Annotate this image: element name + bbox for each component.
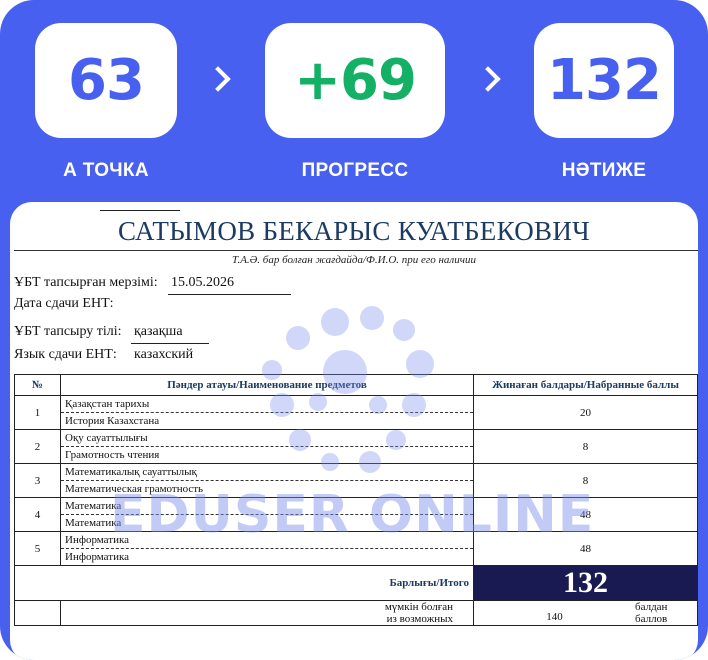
max-label-kz: мүмкін болған (384, 601, 453, 613)
divider (168, 294, 291, 295)
max-unit-kz: балдан (635, 601, 668, 613)
chevron-right-icon (475, 66, 501, 92)
start-score-label: А ТОЧКА (63, 160, 149, 181)
header-no: № (14, 374, 61, 396)
score-cell: 8 (473, 463, 698, 498)
table-row: 5 Информатика Информатика 48 (14, 531, 698, 566)
max-unit: балдан баллов (635, 601, 697, 625)
subject-kz: Математикалық сауаттылық (65, 466, 197, 478)
row-number: 2 (14, 429, 61, 464)
total-row: Барлығы/Итого 132 (14, 565, 698, 601)
student-name: САТЫМОВ БЕКАРЫС КУАТБЕКОВИЧ (118, 216, 590, 246)
row-number: 5 (14, 531, 61, 566)
total-value: 132 (473, 565, 698, 601)
max-score-row: мүмкін болған из возможных 140 балдан ба… (14, 600, 698, 626)
divider (14, 250, 698, 251)
result-banner: 63 +69 132 А ТОЧКА ПРОГРЕСС НӘТИЖЕ САТЫМ… (0, 0, 708, 660)
subject-cell: Қазақстан тарихы История Казахстана (60, 395, 474, 430)
start-score-card: 63 (35, 23, 177, 138)
date-value: 15.05.2026 (171, 275, 234, 290)
lang-label-kz: ҰБТ тапсыру тілі: (14, 324, 122, 339)
fio-caption: Т.А.Ә. бар болған жағдайда/Ф.И.О. при ег… (232, 254, 476, 266)
row-number: 1 (14, 395, 61, 430)
subject-cell: Информатика Информатика (60, 531, 474, 566)
max-value: 140 (546, 611, 563, 623)
result-score-value: 132 (547, 48, 662, 113)
max-label: мүмкін болған из возможных (60, 600, 474, 626)
subject-kz: Математика (65, 500, 122, 512)
score-cell: 8 (473, 429, 698, 464)
subject-ru: Информатика (61, 548, 473, 565)
lang-value-kz: қазақша (134, 324, 183, 339)
progress-value: +69 (294, 48, 417, 113)
subject-cell: Математика Математика (60, 497, 474, 532)
progress-label: ПРОГРЕСС (301, 160, 409, 181)
table-row: 4 Математика Математика 48 (14, 497, 698, 532)
score-cell: 48 (473, 497, 698, 532)
max-unit-ru: баллов (635, 613, 668, 625)
score-cell: 48 (473, 531, 698, 566)
result-score-card: 132 (534, 23, 674, 138)
chevron-right-icon (205, 66, 231, 92)
header-score: Жинаған балдары/Набранные баллы (473, 374, 698, 396)
header-subject: Пәндер атауы/Наименование предметов (60, 374, 474, 396)
divider (100, 210, 180, 211)
subject-kz: Информатика (65, 534, 130, 546)
subject-cell: Математикалық сауаттылық Математическая … (60, 463, 474, 498)
table-row: 2 Оқу сауаттылығы Грамотность чтения 8 (14, 429, 698, 464)
score-cell: 20 (473, 395, 698, 430)
date-label-ru: Дата сдачи ЕНТ: (14, 296, 114, 311)
date-label-kz: ҰБТ тапсырған мерзімі: (14, 275, 158, 290)
ent-certificate: САТЫМОВ БЕКАРЫС КУАТБЕКОВИЧ Т.А.Ә. бар б… (10, 202, 698, 660)
subject-cell: Оқу сауаттылығы Грамотность чтения (60, 429, 474, 464)
total-label: Барлығы/Итого (14, 565, 474, 601)
subject-ru: Математическая грамотность (61, 480, 473, 497)
scores-table: № Пәндер атауы/Наименование предметов Жи… (14, 374, 698, 626)
subject-ru: Математика (61, 514, 473, 531)
subject-ru: История Казахстана (61, 412, 473, 429)
row-number: 4 (14, 497, 61, 532)
subject-kz: Қазақстан тарихы (65, 398, 150, 410)
subject-kz: Оқу сауаттылығы (65, 432, 148, 444)
divider (131, 343, 209, 344)
lang-value-ru: казахский (134, 347, 194, 362)
progress-card: +69 (265, 23, 445, 138)
start-score-value: 63 (68, 48, 145, 113)
table-header-row: № Пәндер атауы/Наименование предметов Жи… (14, 374, 698, 396)
table-row: 3 Математикалық сауаттылық Математическа… (14, 463, 698, 498)
lang-label-ru: Язык сдачи ЕНТ: (14, 347, 117, 362)
result-score-label: НӘТИЖЕ (561, 160, 647, 181)
table-row: 1 Қазақстан тарихы История Казахстана 20 (14, 395, 698, 430)
max-label-ru: из возможных (386, 613, 453, 625)
subject-ru: Грамотность чтения (61, 446, 473, 463)
row-number: 3 (14, 463, 61, 498)
